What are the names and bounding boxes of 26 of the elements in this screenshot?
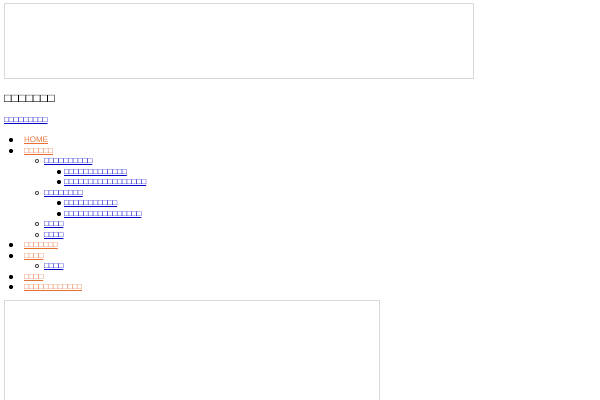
- nav-link[interactable]: □□□□□□□□□□: [44, 156, 92, 166]
- bullet-icon: [9, 148, 13, 153]
- nav-link[interactable]: □□□□□□□□: [44, 188, 83, 198]
- nav-link[interactable]: □□□□: [44, 230, 64, 240]
- bullet-icon: [57, 212, 61, 216]
- nav-link[interactable]: □□□□: [44, 261, 64, 272]
- bullet-icon: [9, 138, 13, 142]
- nav-link[interactable]: □□□□□□□□□□□: [64, 198, 118, 208]
- bullet-icon: [9, 254, 13, 258]
- circle-bullet-icon: [35, 159, 39, 164]
- nav-link[interactable]: □□□□□□□□□□□□□□□□: [64, 208, 142, 219]
- bullet-icon: [57, 170, 61, 174]
- nav-link[interactable]: □□□□□□□□□□□□□: [64, 166, 127, 177]
- bullet-icon: [9, 274, 13, 279]
- nav-link[interactable]: □□□□□□□□□□□□□□□□□: [64, 177, 146, 188]
- circle-bullet-icon: [35, 264, 39, 268]
- bullet-icon: [9, 285, 13, 290]
- circle-bullet-icon: [35, 190, 39, 195]
- bullet-icon: [9, 243, 13, 248]
- tagline-link[interactable]: □□□□□□□□□: [4, 115, 48, 124]
- nav-link[interactable]: □□□□: [44, 219, 64, 230]
- site-title: □□□□□□□: [4, 91, 55, 105]
- circle-bullet-icon: [35, 222, 39, 226]
- circle-bullet-icon: [35, 232, 39, 237]
- bullet-icon: [57, 201, 61, 206]
- bullet-icon: [57, 180, 61, 184]
